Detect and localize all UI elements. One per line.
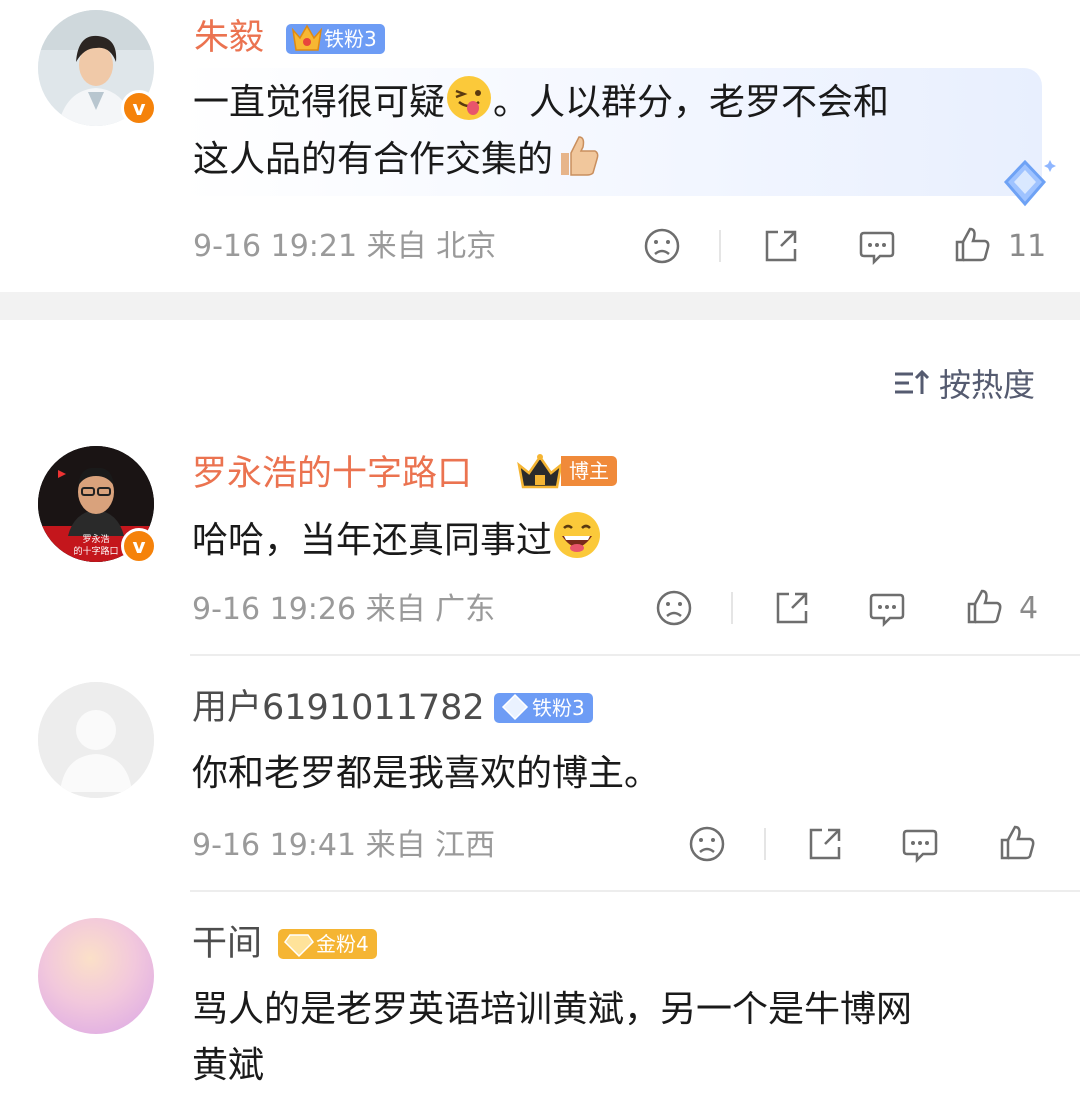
like-count: 4 (1019, 591, 1039, 626)
commenter-name[interactable]: 罗永浩的十字路口 (192, 452, 472, 496)
share-icon (776, 592, 808, 624)
like-button[interactable] (953, 226, 991, 264)
comment-icon (869, 593, 905, 627)
comment-text: 一直觉得很可疑 。人以群分，老罗不会和 这人品的有合作交集的 (193, 74, 1033, 188)
reply-button[interactable] (868, 589, 906, 627)
reply-button[interactable] (901, 825, 939, 863)
thumbs-up-icon (967, 589, 1002, 624)
share-button[interactable] (762, 227, 800, 265)
verified-icon: v (121, 90, 157, 126)
fan-badge-label: 铁粉3 (532, 696, 585, 720)
blogger-badge: 博主 (515, 454, 617, 489)
comment-text: 骂人的是老罗英语培训黄斌，另一个是牛博网 黄斌 (192, 989, 913, 1086)
section-divider (0, 292, 1080, 320)
sort-icon (895, 369, 930, 394)
crown-icon (291, 24, 323, 51)
like-button[interactable] (998, 824, 1036, 862)
comment-icon (902, 829, 938, 863)
avatar[interactable] (38, 682, 154, 798)
avatar[interactable] (38, 918, 154, 1034)
comment-text: 你和老罗都是我喜欢的博主。 (192, 753, 661, 794)
fan-badge: 铁粉3 (494, 693, 593, 723)
sort-button[interactable]: 按热度 (893, 360, 1035, 406)
comment-icon (859, 231, 895, 265)
action-separator (764, 828, 766, 860)
like-count: 11 (1008, 229, 1047, 264)
fan-badge-label: 金粉4 (316, 932, 369, 956)
share-button[interactable] (806, 825, 844, 863)
laughing-emoji-icon (554, 512, 601, 558)
commenter-name[interactable]: 朱毅 (194, 16, 264, 60)
frown-icon (689, 826, 725, 862)
comment-divider (190, 890, 1080, 892)
crown-icon (517, 454, 563, 489)
frown-icon (656, 590, 692, 626)
like-button[interactable] (965, 588, 1003, 626)
dislike-button[interactable] (688, 825, 726, 863)
share-button[interactable] (773, 589, 811, 627)
sort-label: 按热度 (939, 366, 1036, 404)
thumbs-up-icon (1000, 825, 1035, 860)
diamond-icon (501, 693, 529, 721)
dislike-button[interactable] (643, 227, 681, 265)
blogger-badge-label: 博主 (561, 456, 617, 486)
action-separator (719, 230, 721, 262)
default-avatar-icon (38, 682, 154, 798)
fan-badge: 金粉4 (278, 929, 377, 959)
reply-button[interactable] (858, 227, 896, 265)
gem-icon (284, 934, 314, 958)
comment-text: 哈哈，当年还真同事过 (192, 510, 602, 569)
comment-divider (190, 654, 1080, 656)
verified-icon: v (121, 528, 157, 564)
frown-icon (644, 228, 680, 264)
svg-text:的十字路口: 的十字路口 (73, 545, 118, 557)
wink-tongue-emoji-icon (447, 76, 492, 120)
action-separator (731, 592, 733, 624)
share-icon (809, 828, 841, 860)
thumbs-up-emoji-icon (561, 136, 599, 176)
svg-text:罗永浩: 罗永浩 (82, 533, 109, 545)
thumbs-up-icon (955, 227, 990, 262)
commenter-name[interactable]: 干间 (192, 922, 262, 966)
fan-badge-label: 铁粉3 (324, 27, 377, 51)
comment-meta: 9-16 19:21 来自 北京 (193, 229, 497, 264)
share-icon (765, 230, 797, 262)
comment-meta: 9-16 19:26 来自 广东 (192, 592, 496, 627)
dislike-button[interactable] (655, 589, 693, 627)
commenter-name[interactable]: 用户6191011782 (192, 686, 485, 730)
comment-meta: 9-16 19:41 来自 江西 (192, 828, 496, 863)
fan-badge: 铁粉3 (286, 24, 385, 54)
